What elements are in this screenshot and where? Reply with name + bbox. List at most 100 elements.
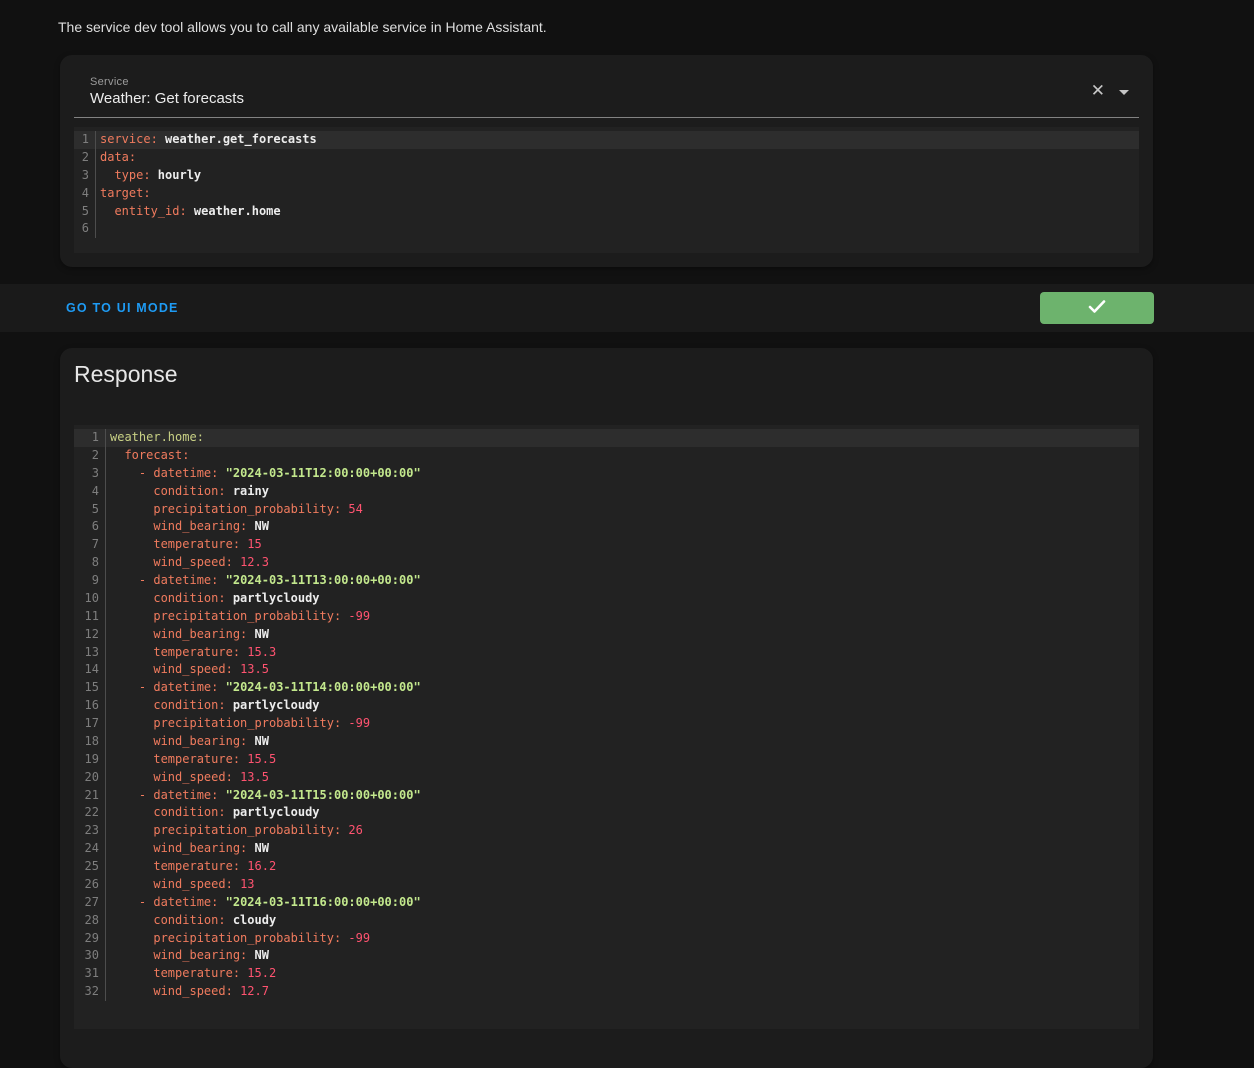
code-line[interactable]: 22 condition: partlycloudy: [74, 804, 1139, 822]
code-line[interactable]: 32 wind_speed: 12.7: [74, 983, 1139, 1001]
code-line[interactable]: 12 wind_bearing: NW: [74, 626, 1139, 644]
code-line-content: - datetime: "2024-03-11T14:00:00+00:00": [105, 679, 1139, 697]
line-number: 6: [74, 220, 95, 238]
code-line[interactable]: 15 - datetime: "2024-03-11T14:00:00+00:0…: [74, 679, 1139, 697]
code-line[interactable]: 3 type: hourly: [74, 167, 1139, 185]
code-line[interactable]: 6 wind_bearing: NW: [74, 518, 1139, 536]
service-picker[interactable]: Service Weather: Get forecasts ✕: [74, 70, 1139, 118]
code-line[interactable]: 26 wind_speed: 13: [74, 876, 1139, 894]
line-number: 5: [74, 501, 105, 519]
service-picker-value: Weather: Get forecasts: [90, 90, 244, 107]
code-line[interactable]: 6: [74, 220, 1139, 238]
code-line[interactable]: 16 condition: partlycloudy: [74, 697, 1139, 715]
code-line[interactable]: 8 wind_speed: 12.3: [74, 554, 1139, 572]
response-yaml-viewer[interactable]: 1weather.home:2 forecast:3 - datetime: "…: [74, 425, 1139, 1029]
code-line-content: wind_bearing: NW: [105, 840, 1139, 858]
clear-icon[interactable]: ✕: [1091, 82, 1105, 99]
code-line-content: service: weather.get_forecasts: [95, 131, 1139, 149]
line-number: 9: [74, 572, 105, 590]
code-line-content: wind_speed: 13.5: [105, 769, 1139, 787]
code-line[interactable]: 9 - datetime: "2024-03-11T13:00:00+00:00…: [74, 572, 1139, 590]
line-number: 31: [74, 965, 105, 983]
code-line[interactable]: 30 wind_bearing: NW: [74, 947, 1139, 965]
code-line-content: precipitation_probability: -99: [105, 930, 1139, 948]
code-line-content: precipitation_probability: -99: [105, 715, 1139, 733]
call-service-button[interactable]: [1040, 292, 1154, 324]
code-line[interactable]: 5 precipitation_probability: 54: [74, 501, 1139, 519]
line-number: 2: [74, 447, 105, 465]
line-number: 1: [74, 131, 95, 149]
code-line[interactable]: 31 temperature: 15.2: [74, 965, 1139, 983]
code-line-content: [95, 220, 1139, 238]
response-title: Response: [74, 361, 178, 388]
line-number: 1: [74, 429, 105, 447]
code-line[interactable]: 29 precipitation_probability: -99: [74, 930, 1139, 948]
code-line-content: temperature: 15.5: [105, 751, 1139, 769]
code-line[interactable]: 13 temperature: 15.3: [74, 644, 1139, 662]
service-data-yaml-editor[interactable]: 1service: weather.get_forecasts2data:3 t…: [74, 127, 1139, 253]
code-line[interactable]: 7 temperature: 15: [74, 536, 1139, 554]
code-line-content: - datetime: "2024-03-11T16:00:00+00:00": [105, 894, 1139, 912]
code-line[interactable]: 10 condition: partlycloudy: [74, 590, 1139, 608]
line-number: 12: [74, 626, 105, 644]
line-number: 4: [74, 185, 95, 203]
line-number: 2: [74, 149, 95, 167]
line-number: 28: [74, 912, 105, 930]
code-line[interactable]: 11 precipitation_probability: -99: [74, 608, 1139, 626]
code-line[interactable]: 1service: weather.get_forecasts: [74, 131, 1139, 149]
line-number: 22: [74, 804, 105, 822]
code-line-content: wind_bearing: NW: [105, 626, 1139, 644]
check-icon: [1088, 300, 1106, 317]
code-line-content: condition: partlycloudy: [105, 804, 1139, 822]
code-line-content: wind_speed: 12.7: [105, 983, 1139, 1001]
line-number: 30: [74, 947, 105, 965]
service-picker-label: Service: [90, 76, 129, 88]
code-line[interactable]: 20 wind_speed: 13.5: [74, 769, 1139, 787]
dev-tools-services-page: { "intro": "The service dev tool allows …: [0, 0, 1254, 1000]
line-number: 32: [74, 983, 105, 1001]
line-number: 3: [74, 167, 95, 185]
code-line[interactable]: 24 wind_bearing: NW: [74, 840, 1139, 858]
line-number: 25: [74, 858, 105, 876]
line-number: 15: [74, 679, 105, 697]
line-number: 17: [74, 715, 105, 733]
line-number: 16: [74, 697, 105, 715]
code-line-content: condition: partlycloudy: [105, 697, 1139, 715]
code-line[interactable]: 21 - datetime: "2024-03-11T15:00:00+00:0…: [74, 787, 1139, 805]
code-line-content: temperature: 15.3: [105, 644, 1139, 662]
code-line-content: wind_bearing: NW: [105, 947, 1139, 965]
line-number: 11: [74, 608, 105, 626]
line-number: 3: [74, 465, 105, 483]
code-line[interactable]: 25 temperature: 16.2: [74, 858, 1139, 876]
code-line-content: precipitation_probability: -99: [105, 608, 1139, 626]
code-line-content: condition: cloudy: [105, 912, 1139, 930]
code-line-content: precipitation_probability: 54: [105, 501, 1139, 519]
code-line[interactable]: 2data:: [74, 149, 1139, 167]
code-line-content: condition: partlycloudy: [105, 590, 1139, 608]
code-line-content: temperature: 15.2: [105, 965, 1139, 983]
code-line[interactable]: 23 precipitation_probability: 26: [74, 822, 1139, 840]
caret-down-icon[interactable]: [1119, 90, 1129, 95]
code-line-content: wind_speed: 13: [105, 876, 1139, 894]
code-line[interactable]: 18 wind_bearing: NW: [74, 733, 1139, 751]
line-number: 27: [74, 894, 105, 912]
code-line-content: temperature: 15: [105, 536, 1139, 554]
code-line-content: type: hourly: [95, 167, 1139, 185]
code-line[interactable]: 5 entity_id: weather.home: [74, 203, 1139, 221]
line-number: 21: [74, 787, 105, 805]
code-line[interactable]: 2 forecast:: [74, 447, 1139, 465]
code-line[interactable]: 14 wind_speed: 13.5: [74, 661, 1139, 679]
go-to-ui-mode-button[interactable]: GO TO UI MODE: [66, 301, 179, 315]
line-number: 4: [74, 483, 105, 501]
code-line[interactable]: 28 condition: cloudy: [74, 912, 1139, 930]
code-line[interactable]: 4target:: [74, 185, 1139, 203]
code-line[interactable]: 27 - datetime: "2024-03-11T16:00:00+00:0…: [74, 894, 1139, 912]
code-line-content: temperature: 16.2: [105, 858, 1139, 876]
code-line[interactable]: 4 condition: rainy: [74, 483, 1139, 501]
code-line[interactable]: 17 precipitation_probability: -99: [74, 715, 1139, 733]
code-line[interactable]: 3 - datetime: "2024-03-11T12:00:00+00:00…: [74, 465, 1139, 483]
line-number: 24: [74, 840, 105, 858]
line-number: 20: [74, 769, 105, 787]
code-line[interactable]: 1weather.home:: [74, 429, 1139, 447]
code-line[interactable]: 19 temperature: 15.5: [74, 751, 1139, 769]
